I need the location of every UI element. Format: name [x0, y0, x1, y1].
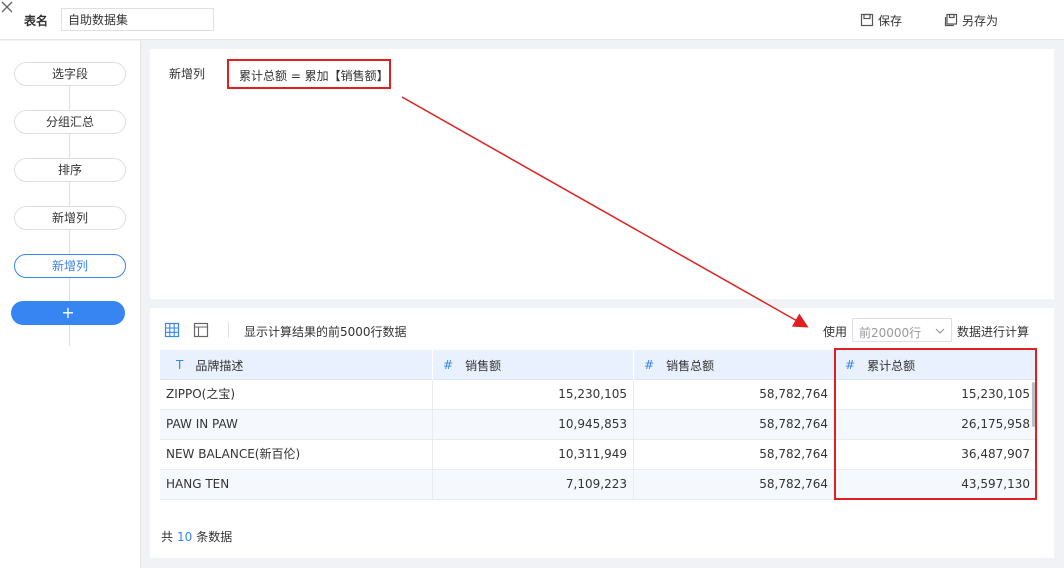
use-label: 使用 — [823, 325, 848, 339]
table-name-input[interactable] — [61, 8, 214, 31]
column-name: 销售额 — [465, 358, 502, 373]
cell-brand: ZIPPO(之宝) — [160, 380, 433, 410]
column-header-sales[interactable]: # 销售额 — [433, 350, 634, 380]
formula-label: 新增列 — [169, 67, 206, 81]
save-icon — [860, 13, 874, 27]
row-count-footer: 共 10 条数据 — [161, 528, 232, 545]
step-sort[interactable]: 排序 — [14, 158, 126, 182]
cell-sales: 15,230,105 — [433, 380, 634, 410]
save-button[interactable]: 保存 — [860, 11, 902, 29]
step-group-summary[interactable]: 分组汇总 — [14, 110, 126, 134]
save-as-button[interactable]: 另存为 — [944, 11, 998, 29]
cell-cumulative-total: 43,597,130 — [961, 477, 1030, 491]
column-name: 累计总额 — [867, 358, 916, 373]
cell-cumulative-total: 15,230,105 — [961, 387, 1030, 401]
save-as-icon — [944, 13, 958, 27]
add-step-button[interactable]: + — [11, 301, 125, 325]
cell-brand: HANG TEN — [160, 470, 433, 500]
top-bar: 表名 保存 另存为 — [0, 0, 1064, 40]
number-type-icon: # — [644, 358, 655, 372]
save-label: 保存 — [878, 13, 903, 28]
cell-total-sales: 58,782,764 — [634, 440, 835, 470]
number-type-icon: # — [443, 358, 454, 372]
table-scrollbar[interactable] — [1032, 382, 1035, 427]
cell-cumulative-total: 26,175,958 — [961, 417, 1030, 431]
column-header-brand[interactable]: T 品牌描述 — [160, 350, 433, 380]
table-row: NEW BALANCE(新百伦) 10,311,949 58,782,764 3… — [160, 440, 1036, 470]
text-type-icon: T — [176, 358, 184, 372]
footer-prefix: 共 — [161, 530, 174, 544]
cell-total-sales: 58,782,764 — [634, 380, 835, 410]
data-preview-panel: 显示计算结果的前5000行数据 使用 前20000行 数据进行计算 T 品牌描述 … — [150, 308, 1054, 558]
formula-expression[interactable]: 累计总额 = 累加【销售额】 — [227, 59, 391, 89]
cell-sales: 10,945,853 — [433, 410, 634, 440]
cell-sales: 7,109,223 — [433, 470, 634, 500]
column-header-total-sales[interactable]: # 销售总额 — [634, 350, 835, 380]
table-row: PAW IN PAW 10,945,853 58,782,764 26,175,… — [160, 410, 1036, 440]
preview-hint-text: 显示计算结果的前5000行数据 — [244, 325, 407, 339]
table-row: HANG TEN 7,109,223 58,782,764 43,597,130 — [160, 470, 1036, 500]
formula-panel: 新增列 累计总额 = 累加【销售额】 — [150, 49, 1054, 299]
compute-suffix-label: 数据进行计算 — [957, 325, 1030, 339]
column-name: 销售总额 — [666, 358, 715, 373]
row-count-number: 10 — [177, 530, 193, 544]
table-name-label: 表名 — [24, 14, 49, 28]
footer-suffix: 条数据 — [196, 530, 233, 544]
step-new-column-2[interactable]: 新增列 — [14, 254, 126, 278]
cell-total-sales: 58,782,764 — [634, 410, 835, 440]
chevron-down-icon — [935, 328, 945, 334]
save-as-label: 另存为 — [962, 13, 999, 28]
number-type-icon: # — [845, 358, 856, 372]
table-view-icon[interactable] — [164, 322, 180, 338]
data-table: T 品牌描述 # 销售额 # 销售总额 # 累计总额 ZIPPO(之宝) 15,230,… — [160, 350, 1036, 500]
cell-brand: NEW BALANCE(新百伦) — [160, 440, 433, 470]
steps-sidebar: 选字段 分组汇总 排序 新增列 新增列 + — [0, 41, 141, 568]
cell-cumulative-total: 36,487,907 — [961, 447, 1030, 461]
cell-sales: 10,311,949 — [433, 440, 634, 470]
cell-brand: PAW IN PAW — [160, 410, 433, 440]
table-header: T 品牌描述 # 销售额 # 销售总额 # 累计总额 — [160, 350, 1036, 380]
row-limit-value: 前20000行 — [859, 326, 922, 340]
layout-view-icon[interactable] — [193, 322, 209, 338]
row-limit-select[interactable]: 前20000行 — [852, 318, 952, 342]
column-header-cumulative-total[interactable]: # 累计总额 — [835, 350, 1036, 380]
cell-total-sales: 58,782,764 — [634, 470, 835, 500]
column-name: 品牌描述 — [195, 358, 244, 373]
table-row: ZIPPO(之宝) 15,230,105 58,782,764 15,230,1… — [160, 380, 1036, 410]
step-select-fields[interactable]: 选字段 — [14, 62, 126, 86]
close-icon[interactable] — [0, 0, 14, 14]
toolbar-divider — [228, 322, 229, 338]
step-new-column-1[interactable]: 新增列 — [14, 206, 126, 230]
